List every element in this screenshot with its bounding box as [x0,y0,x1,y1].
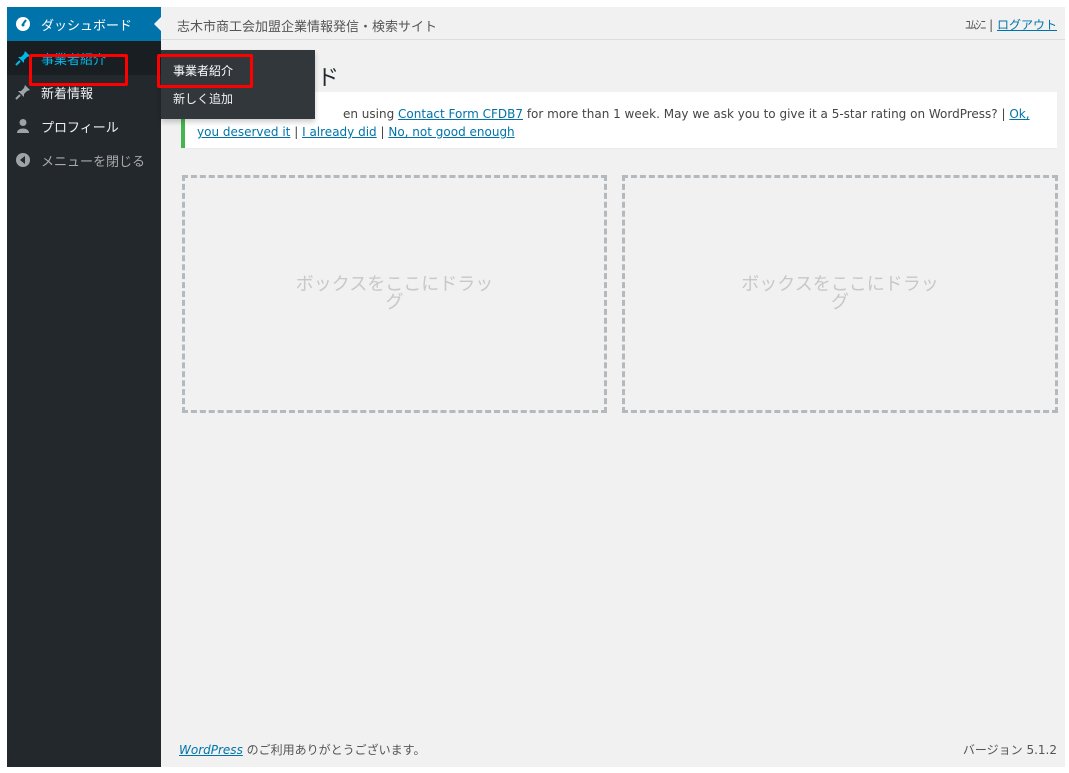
widget-dropzone-right[interactable]: ボックスをここにドラッグ [622,175,1058,413]
already-rated-link[interactable]: I already did [302,125,377,139]
submenu-flyout: 事業者紹介 新しく追加 [161,50,315,119]
notice-text: for more than 1 week. May we ask you to … [526,107,1006,121]
link-separator: | [989,18,994,32]
page-title: ド [317,66,340,91]
dropzone-placeholder: ボックスをここにドラッグ [295,274,494,313]
sidebar-item-label: メニューを閉じる [41,154,146,170]
submenu-item-add-new[interactable]: 新しく追加 [161,84,315,112]
notice-separator: | [294,125,299,139]
widget-dropzone-left[interactable]: ボックスをここにドラッグ [182,175,607,413]
sidebar-item-label: 事業者紹介 [41,52,107,68]
top-header: 志木市商工会加盟企業情報発信・検索サイト ﾕﾑｼﾆ | ログアウト [161,7,1065,40]
submenu-item-business-intro[interactable]: 事業者紹介 [161,56,315,84]
plugin-link[interactable]: Contact Form CFDB7 [398,107,523,121]
sidebar-item-business-intro[interactable]: 事業者紹介 [7,41,161,75]
sidebar-item-profile[interactable]: プロフィール [7,109,161,143]
notice-separator: | [380,125,385,139]
collapse-icon [15,152,31,168]
footer-credit: WordPress のご利用ありがとうございます。 [179,741,425,758]
sidebar-item-label: プロフィール [41,120,119,136]
user-icon [15,118,31,134]
sidebar-item-dashboard[interactable]: ダッシュボード [7,7,162,41]
dashboard-icon [15,16,31,32]
sidebar-item-news[interactable]: 新着情報 [7,75,161,109]
dropzone-placeholder: ボックスをここにドラッグ [741,274,939,313]
wordpress-link[interactable]: WordPress [179,743,243,757]
sidebar-item-label: ダッシュボード [41,18,133,34]
not-good-link[interactable]: No, not good enough [388,125,514,139]
user-links: ﾕﾑｼﾆ | ログアウト [965,16,1057,33]
footer-thanks: のご利用ありがとうございます。 [242,743,426,757]
pushpin-icon [15,84,31,100]
collapse-menu-button[interactable]: メニューを閉じる [7,143,161,177]
site-title: 志木市商工会加盟企業情報発信・検索サイト [177,20,438,35]
pushpin-icon [15,50,31,66]
footer-version: バージョン 5.1.2 [962,743,1057,757]
user-name[interactable]: ﾕﾑｼﾆ [965,18,986,32]
admin-sidebar: ダッシュボード 事業者紹介 新着情報 プロフィール メニューを閉じる [7,7,162,767]
wp-admin-window: ダッシュボード 事業者紹介 新着情報 プロフィール メニューを閉じる 事業者紹介… [7,7,1065,767]
logout-link[interactable]: ログアウト [997,18,1057,32]
notice-text: en using [343,107,395,121]
sidebar-item-label: 新着情報 [41,86,94,102]
